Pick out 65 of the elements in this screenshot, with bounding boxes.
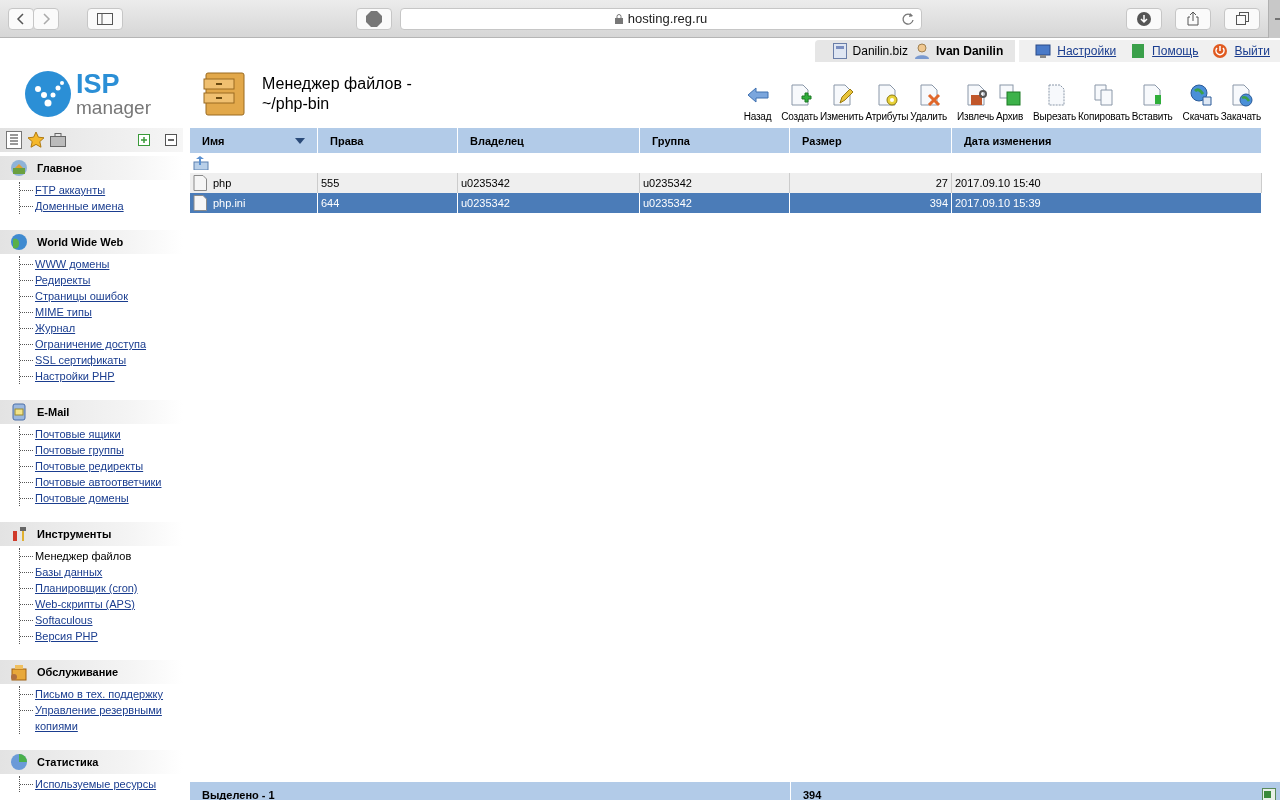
- column-header[interactable]: Владелец: [458, 128, 640, 153]
- table-cell: 2017.09.10 15:39: [955, 197, 1041, 209]
- sidebar-item[interactable]: Версия PHP: [35, 628, 98, 644]
- toolbar-button[interactable]: Изменить: [818, 83, 865, 122]
- toolbar-button[interactable]: Атрибуты: [864, 83, 910, 122]
- table-cell: 2017.09.10 15:40: [955, 177, 1041, 189]
- column-header[interactable]: Права: [318, 128, 458, 153]
- table-cell: php: [213, 177, 232, 189]
- table-cell: u0235342: [643, 197, 692, 209]
- header-link[interactable]: Настройки: [1057, 44, 1117, 58]
- sidebar-item[interactable]: Базы данных: [35, 564, 103, 580]
- sidebar-item[interactable]: Почтовые редиректы: [35, 458, 144, 474]
- toolbar-button[interactable]: Вставить: [1130, 83, 1174, 122]
- table-cell: 394: [929, 197, 948, 209]
- sidebar-item[interactable]: Журнал: [35, 320, 76, 336]
- table-cell: 555: [321, 177, 340, 189]
- toolbar-button[interactable]: Копировать: [1076, 83, 1131, 122]
- sidebar-item[interactable]: Настройки PHP: [35, 368, 115, 384]
- table-row[interactable]: php 555 u0235342 u0235342 27 2017.09.10 15:40: [190, 173, 1262, 193]
- sidebar-item[interactable]: Редиректы: [35, 272, 91, 288]
- sidebar-item[interactable]: Используемые ресурсы: [35, 776, 157, 792]
- user-name: Ivan Danilin: [935, 44, 1004, 58]
- sidebar-item[interactable]: Softaculous: [35, 612, 93, 628]
- sidebar-item[interactable]: Почтовые ящики: [35, 426, 121, 442]
- toolbar-button[interactable]: Назад: [742, 83, 773, 122]
- header-link[interactable]: Помощь: [1152, 44, 1199, 58]
- toolbar-button[interactable]: Удалить: [909, 83, 949, 122]
- sidebar-item[interactable]: Письмо в тех. поддержку: [35, 686, 164, 702]
- sidebar-item[interactable]: Доменные имена: [35, 198, 124, 214]
- table-row[interactable]: php.ini 644 u0235342 u0235342 394 2017.09.10 15:39: [190, 193, 1262, 213]
- column-header[interactable]: Размер: [790, 128, 952, 153]
- table-cell: 644: [321, 197, 340, 209]
- table-cell: php.ini: [213, 197, 246, 209]
- sidebar-item[interactable]: Почтовые домены: [35, 490, 129, 506]
- logo-text: manager: [76, 98, 151, 117]
- column-header[interactable]: Группа: [640, 128, 790, 153]
- toolbar-button[interactable]: Вырезать: [1032, 83, 1077, 122]
- table-cell: u0235342: [643, 177, 692, 189]
- sidebar-item[interactable]: Ограничение доступа: [35, 336, 147, 352]
- sidebar-item[interactable]: FTP аккаунты: [35, 182, 106, 198]
- column-header[interactable]: Дата изменения: [952, 128, 1262, 153]
- header-link[interactable]: Выйти: [1234, 44, 1270, 58]
- sidebar-item[interactable]: Web-скрипты (APS): [35, 596, 135, 612]
- domain-name: Danilin.biz: [852, 44, 908, 58]
- sidebar-item[interactable]: Почтовые автоответчики: [35, 474, 162, 490]
- table-cell: u0235342: [461, 197, 510, 209]
- sidebar-item[interactable]: Менеджер файлов: [35, 548, 132, 564]
- toolbar-button[interactable]: Извлечь: [956, 83, 996, 122]
- toolbar-button[interactable]: Архив: [995, 83, 1025, 122]
- sidebar-item[interactable]: Почтовые группы: [35, 442, 124, 458]
- address-bar[interactable]: hosting.reg.ru: [400, 7, 922, 30]
- sidebar-item[interactable]: Управление резервными копиями: [35, 702, 183, 734]
- sidebar-item[interactable]: Планировщик (cron): [35, 580, 138, 596]
- sidebar-item[interactable]: Страницы ошибок: [35, 288, 129, 304]
- logo-text: ISP: [76, 71, 121, 98]
- table-cell: 27: [935, 177, 948, 189]
- table-cell: u0235342: [461, 177, 510, 189]
- column-header[interactable]: Имя: [190, 128, 318, 153]
- toolbar-button[interactable]: Скачать: [1181, 83, 1220, 122]
- page-title: Менеджер файлов - ~/php-bin: [262, 74, 413, 114]
- sidebar-item[interactable]: WWW домены: [35, 256, 110, 272]
- sidebar-item[interactable]: MIME типы: [35, 304, 92, 320]
- sidebar-item[interactable]: SSL сертификаты: [35, 352, 127, 368]
- toolbar-button[interactable]: Создать: [780, 83, 819, 122]
- toolbar-button[interactable]: Закачать: [1219, 83, 1262, 122]
